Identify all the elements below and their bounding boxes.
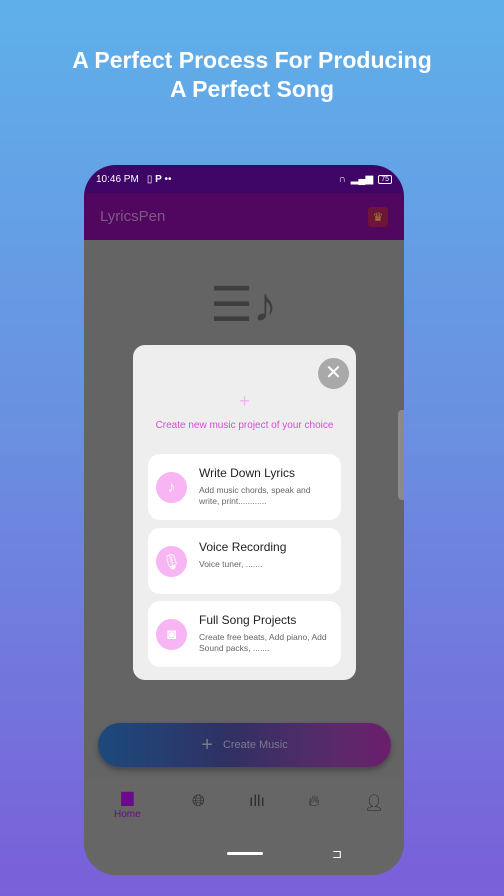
app-bar: LyricsPen ♛ — [84, 193, 404, 240]
store-icon: ▆ — [121, 789, 134, 806]
bottom-nav: ▆ Home 🌐︎ ıllı 🔥︎ 👤︎ ⊐ — [84, 777, 404, 875]
plus-icon: + — [201, 733, 213, 756]
home-gesture-bar[interactable] — [227, 852, 263, 855]
option-full-song[interactable]: ◙ Full Song Projects Create free beats, A… — [148, 601, 341, 667]
status-bar: 10:46 PM ▯ P •• ∩ ▂▄▆ 75 — [84, 165, 404, 193]
plus-icon: + — [239, 391, 250, 411]
speaker-icon: ◙ — [156, 619, 187, 650]
close-button[interactable]: ✕ — [318, 358, 349, 389]
option-write-lyrics[interactable]: ♪ Write Down Lyrics Add music chords, spe… — [148, 454, 341, 520]
battery-icon: 75 — [378, 174, 392, 184]
playlist-icon: ☰♪ — [210, 279, 278, 332]
dialog-subtitle: Create new music project of your choice — [155, 420, 334, 431]
waveform-icon[interactable]: ıllı — [249, 793, 265, 811]
nav-home[interactable]: ▆ Home — [114, 787, 141, 820]
back-icon[interactable]: ⊐ — [332, 847, 342, 861]
option-voice-recording[interactable]: 🎙︎ Voice Recording Voice tuner, ....... — [148, 528, 341, 594]
status-time: 10:46 PM — [96, 173, 139, 185]
notification-icons: ▯ P •• — [146, 173, 172, 185]
fire-icon[interactable]: 🔥︎ — [308, 793, 320, 811]
side-handle — [398, 410, 404, 500]
music-note-icon: ♪ — [156, 472, 187, 503]
globe-icon[interactable]: 🌐︎ — [192, 793, 205, 811]
app-title: LyricsPen — [100, 208, 166, 225]
microphone-icon: 🎙︎ — [156, 546, 187, 577]
create-music-button[interactable]: + Create Music — [98, 723, 391, 767]
signal-icon: ▂▄▆ — [350, 173, 374, 185]
crown-icon[interactable]: ♛ — [368, 206, 388, 227]
headline: A Perfect Process For Producing A Perfec… — [72, 47, 432, 102]
create-project-dialog: ✕ + Create new music project of your cho… — [133, 345, 356, 680]
person-icon[interactable]: 👤︎ — [364, 793, 384, 813]
headphones-icon: ∩ — [338, 173, 346, 185]
phone-screen: 10:46 PM ▯ P •• ∩ ▂▄▆ 75 LyricsPen ♛ ☰♪ ✕ … — [84, 165, 404, 875]
